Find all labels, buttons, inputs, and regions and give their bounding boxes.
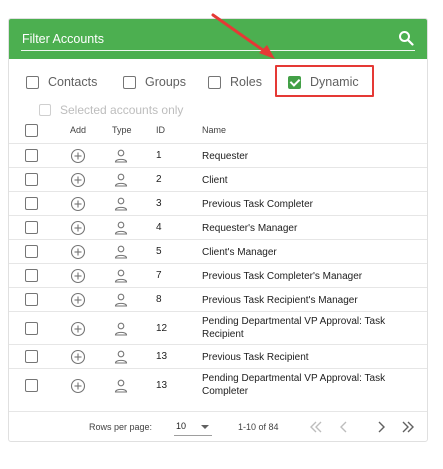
row-id: 5 (156, 246, 162, 257)
person-icon (114, 245, 128, 259)
selected-only-checkbox (39, 104, 51, 116)
groups-checkbox[interactable] (123, 75, 136, 89)
filter-roles-label: Roles (230, 75, 262, 89)
last-page-icon[interactable] (399, 418, 417, 436)
column-id: ID (156, 125, 165, 135)
row-checkbox[interactable] (25, 245, 38, 258)
row-checkbox[interactable] (25, 221, 38, 234)
add-circle-icon[interactable] (70, 321, 86, 337)
selected-only-label: Selected accounts only (60, 103, 184, 117)
row-name: Previous Task Recipient's Manager (202, 295, 358, 306)
row-name: Client's Manager (202, 247, 277, 258)
table-row: 7 Previous Task Completer's Manager (9, 263, 427, 287)
add-circle-icon[interactable] (70, 268, 86, 284)
column-add: Add (70, 125, 87, 135)
add-circle-icon[interactable] (70, 148, 86, 164)
person-icon (114, 293, 128, 307)
person-icon (114, 149, 128, 163)
rows-per-page-select[interactable]: 10 (174, 418, 212, 436)
accounts-panel: Filter Accounts Contacts Groups Roles Dy… (8, 13, 428, 443)
person-icon (114, 173, 128, 187)
page-range: 1-10 of 84 (238, 422, 279, 432)
selected-accounts-only: Selected accounts only (39, 103, 183, 117)
row-name: Previous Task Completer (202, 199, 313, 210)
column-type: Type (112, 125, 132, 135)
add-circle-icon[interactable] (70, 349, 86, 365)
roles-checkbox[interactable] (208, 75, 221, 89)
row-name: Pending Departmental VP Approval: Task C… (202, 373, 386, 397)
first-page-icon[interactable] (307, 418, 325, 436)
row-id: 3 (156, 198, 162, 209)
add-circle-icon[interactable] (70, 292, 86, 308)
row-checkbox[interactable] (25, 269, 38, 282)
person-icon (114, 322, 128, 336)
dynamic-highlight-box (275, 65, 374, 97)
row-id: 1 (156, 150, 162, 161)
table-row: 8 Previous Task Recipient's Manager (9, 287, 427, 311)
add-circle-icon[interactable] (70, 244, 86, 260)
add-circle-icon[interactable] (70, 196, 86, 212)
person-icon (114, 269, 128, 283)
table-row: 2 Client (9, 167, 427, 191)
row-id: 8 (156, 294, 162, 305)
previous-page-icon[interactable] (335, 418, 353, 436)
row-id: 12 (156, 322, 168, 334)
search-input[interactable]: Filter Accounts (22, 32, 104, 46)
row-id: 4 (156, 222, 162, 233)
add-circle-icon[interactable] (70, 220, 86, 236)
row-id: 7 (156, 270, 162, 281)
person-icon (114, 379, 128, 393)
select-all-checkbox[interactable] (25, 124, 38, 137)
table-row: 12 Pending Departmental VP Approval: Task… (9, 311, 427, 344)
filter-contacts[interactable]: Contacts (26, 67, 97, 97)
row-id: 2 (156, 174, 162, 185)
search-icon[interactable] (398, 30, 414, 46)
row-checkbox[interactable] (25, 173, 38, 186)
row-checkbox[interactable] (25, 293, 38, 306)
filter-groups-label: Groups (145, 75, 186, 89)
add-circle-icon[interactable] (70, 172, 86, 188)
filter-groups[interactable]: Groups (123, 67, 186, 97)
table-row: 1 Requester (9, 143, 427, 167)
table-row: 5 Client's Manager (9, 239, 427, 263)
row-id: 13 (156, 351, 168, 362)
rows-per-page-value: 10 (176, 421, 187, 431)
person-icon (114, 221, 128, 235)
next-page-icon[interactable] (372, 418, 390, 436)
table-row: 4 Requester's Manager (9, 215, 427, 239)
caret-down-icon (201, 425, 209, 429)
row-name: Previous Task Recipient (202, 352, 309, 363)
rows-per-page-label: Rows per page: (89, 422, 153, 432)
row-name: Previous Task Completer's Manager (202, 271, 363, 282)
table-header: Add Type ID Name (9, 121, 427, 141)
row-checkbox[interactable] (25, 149, 38, 162)
annotation-arrow-icon (211, 13, 275, 59)
pagination-footer: Rows per page: 10 1-10 of 84 (9, 411, 427, 443)
row-checkbox[interactable] (25, 197, 38, 210)
row-name: Requester's Manager (202, 223, 298, 234)
table-row: 13 Previous Task Recipient (9, 344, 427, 368)
add-circle-icon[interactable] (70, 378, 86, 394)
contacts-checkbox[interactable] (26, 75, 39, 89)
row-name: Client (202, 175, 228, 186)
table-row: 3 Previous Task Completer (9, 191, 427, 215)
table-row: 13 Pending Departmental VP Approval: Task… (9, 368, 427, 401)
row-id: 13 (156, 379, 168, 391)
person-icon (114, 350, 128, 364)
person-icon (114, 197, 128, 211)
column-name: Name (202, 125, 227, 135)
filter-contacts-label: Contacts (48, 75, 98, 89)
row-checkbox[interactable] (25, 321, 38, 335)
row-name: Pending Departmental VP Approval: Task R… (202, 316, 386, 340)
row-checkbox[interactable] (25, 350, 38, 363)
row-checkbox[interactable] (25, 378, 38, 392)
row-name: Requester (202, 151, 249, 162)
